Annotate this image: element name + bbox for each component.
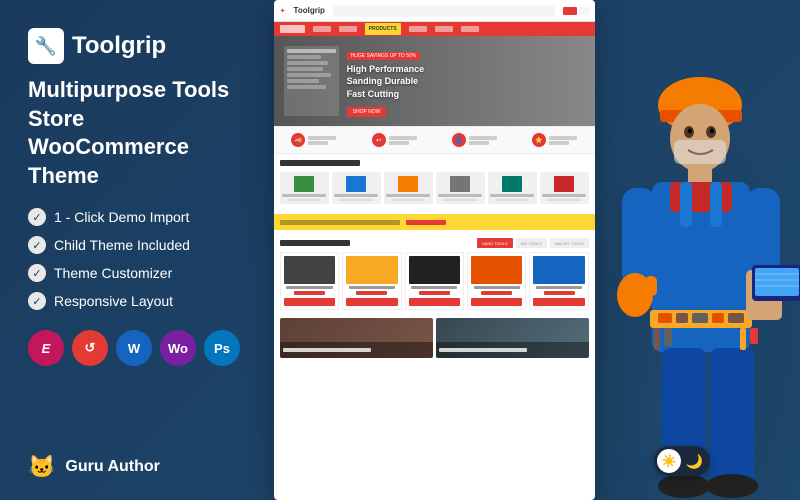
toggle-sun: ☀️ [657,449,681,473]
hero-title: High PerformanceSanding DurableFast Cutt… [347,63,425,101]
feat-gifts: ⭐ [532,133,577,147]
categories-title [280,160,360,166]
author-area: 🐱 Guru Author [28,454,246,480]
return-icon: ↩ [372,133,386,147]
cat-img-2 [346,176,366,192]
check-icon-2: ✓ [28,236,46,254]
main-container: 🔧 Toolgrip Multipurpose Tools Store WooC… [0,0,800,500]
moon-icon: 🌙 [686,453,703,469]
preview-nav: PRODUCTS [274,22,595,36]
product-card-1 [280,252,339,310]
wordpress-badge[interactable]: W [116,330,152,366]
product-img-5 [533,256,584,284]
product-card-2 [342,252,401,310]
revolution-badge[interactable]: ↺ [72,330,108,366]
promo-bar [274,214,595,230]
cat-item-4[interactable] [436,172,485,204]
right-panel: ☀️ 🌙 [595,0,800,500]
nav-item-2 [313,26,331,32]
photoshop-badge[interactable]: Ps [204,330,240,366]
preview-logo: Toolgrip [294,6,325,15]
cat-img-5 [502,176,522,192]
nav-item-6 [435,26,453,32]
tab-air-tools[interactable]: AIR TOOLS [516,238,547,248]
check-icon-4: ✓ [28,292,46,310]
check-icon-1: ✓ [28,208,46,226]
hero-text: HUGE SAVINGS UP TO 50% High PerformanceS… [339,44,425,119]
products-section-title [280,240,350,246]
product-img-2 [346,256,397,284]
logo-icon: 🔧 [28,28,64,64]
preview-panel: ✦ Toolgrip PRODUCTS [274,0,595,500]
toggle-moon: 🌙 [686,453,707,470]
product-tabs: HAND TOOLS AIR TOOLS NAILER TOOLS [477,238,589,248]
feature-item-4: ✓ Responsive Layout [28,292,246,310]
preview-footer-cards [274,314,595,362]
cat-img-1 [294,176,314,192]
cat-img-4 [450,176,470,192]
nav-item-1 [280,25,305,33]
feature-item-2: ✓ Child Theme Included [28,236,246,254]
product-card-4 [467,252,526,310]
hero-badge: HUGE SAVINGS UP TO 50% [347,52,421,60]
category-grid [280,172,589,204]
author-cat-icon: 🐱 [28,454,55,480]
products-section: HAND TOOLS AIR TOOLS NAILER TOOLS [274,234,595,314]
worker-illustration [595,20,800,500]
feature-item-1: ✓ 1 - Click Demo Import [28,208,246,226]
footer-card-1[interactable] [280,318,433,358]
gifts-icon: ⭐ [532,133,546,147]
check-icon-3: ✓ [28,264,46,282]
features-list: ✓ 1 - Click Demo Import ✓ Child Theme In… [28,208,246,310]
cat-item-6[interactable] [540,172,589,204]
shipping-icon: 🚚 [291,133,305,147]
feat-member: 👤 [452,133,497,147]
logo-text: Toolgrip [72,32,166,60]
product-card-3 [405,252,464,310]
products-header: HAND TOOLS AIR TOOLS NAILER TOOLS [280,238,589,248]
product-grid [280,252,589,310]
nav-item-5 [409,26,427,32]
tab-hand-tools[interactable]: HAND TOOLS [477,238,513,248]
logo-area: 🔧 Toolgrip [28,28,246,64]
add-to-cart-5[interactable] [533,298,584,306]
preview-features-bar: 🚚 ↩ 👤 ⭐ [274,126,595,154]
feat-return: ↩ [372,133,417,147]
elementor-badge[interactable]: E [28,330,64,366]
hero-shop-btn[interactable]: SHOP NOW [347,107,387,117]
product-img-3 [409,256,460,284]
tech-badges: E ↺ W Wo Ps [28,330,246,366]
preview-search-bar [333,5,555,17]
footer-card-2[interactable] [436,318,589,358]
cat-img-6 [554,176,574,192]
sun-icon: ☀️ [662,454,677,468]
tab-nailer-tools[interactable]: NAILER TOOLS [550,238,589,248]
product-img-4 [471,256,522,284]
cat-item-5[interactable] [488,172,537,204]
product-card-5 [529,252,588,310]
preview-hero: HUGE SAVINGS UP TO 50% High PerformanceS… [274,36,595,126]
tagline: Multipurpose Tools Store WooCommerce The… [28,76,246,190]
preview-header: ✦ Toolgrip [274,0,595,22]
add-to-cart-1[interactable] [284,298,335,306]
add-to-cart-4[interactable] [471,298,522,306]
author-label: Guru Author [65,458,160,476]
promo-link[interactable] [406,220,446,225]
feature-item-3: ✓ Theme Customizer [28,264,246,282]
cat-img-3 [398,176,418,192]
add-to-cart-3[interactable] [409,298,460,306]
nav-item-3 [339,26,357,32]
cat-item-3[interactable] [384,172,433,204]
feat-shipping: 🚚 [291,133,336,147]
preview-categories [274,154,595,210]
cat-item-1[interactable] [280,172,329,204]
cat-item-2[interactable] [332,172,381,204]
product-img-1 [284,256,335,284]
woocommerce-badge[interactable]: Wo [160,330,196,366]
left-panel: 🔧 Toolgrip Multipurpose Tools Store WooC… [0,0,274,500]
theme-toggle[interactable]: ☀️ 🌙 [654,446,710,476]
nav-item-7 [461,26,479,32]
member-icon: 👤 [452,133,466,147]
add-to-cart-2[interactable] [346,298,397,306]
